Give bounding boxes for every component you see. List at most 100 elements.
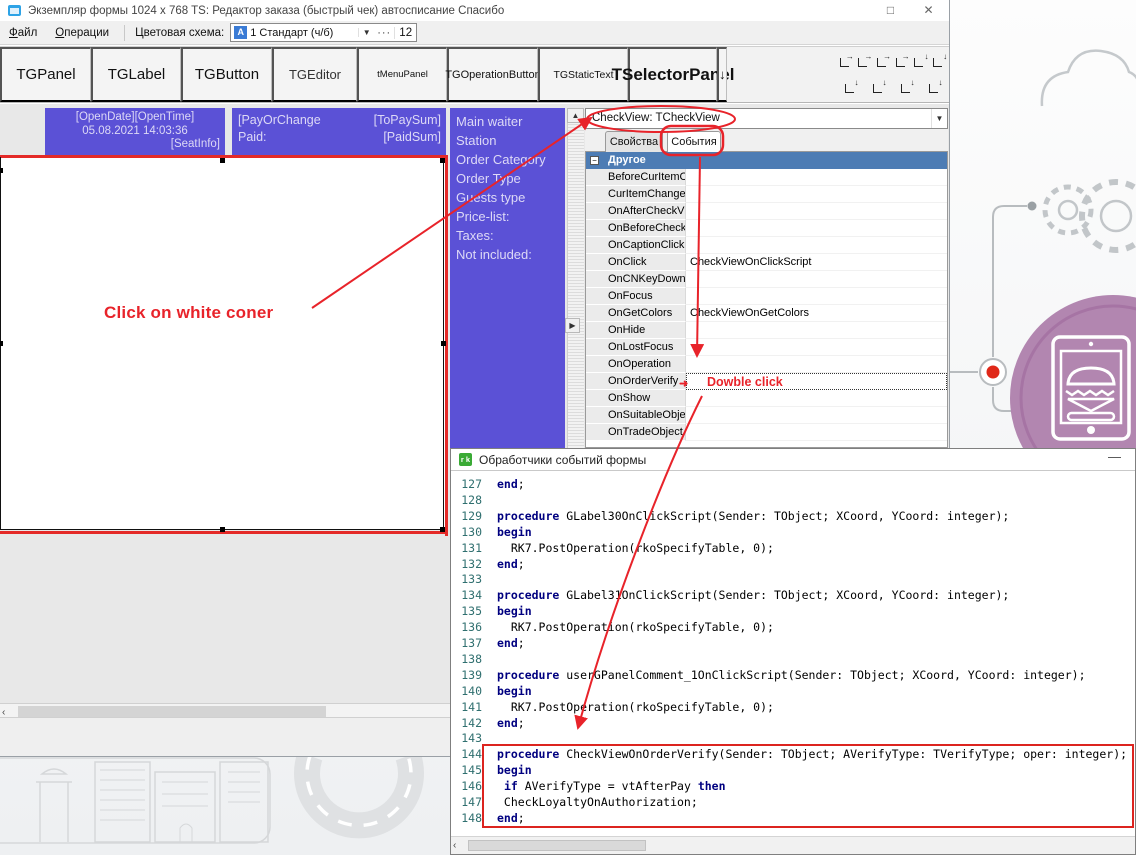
collapse-icon[interactable]: −	[590, 156, 599, 165]
tab-properties[interactable]: Свойства	[605, 131, 663, 152]
event-name[interactable]: CurItemChanged	[586, 186, 686, 203]
align-icon[interactable]	[893, 54, 910, 69]
object-selector-combo[interactable]: CheckView: TCheckView ▼	[585, 108, 948, 129]
menu-file[interactable]: Файл	[0, 24, 46, 42]
selection-handle[interactable]	[440, 158, 445, 163]
event-value[interactable]	[686, 271, 947, 288]
component-button[interactable]: ↓	[717, 47, 727, 102]
code-line[interactable]: 136 RK7.PostOperation(rkoSpecifyTable, 0…	[451, 620, 1135, 636]
event-row[interactable]: OnTradeObject	[586, 424, 947, 441]
code-line[interactable]: 143	[451, 731, 1135, 747]
event-row[interactable]: OnShow	[586, 390, 947, 407]
code-line[interactable]: 131 RK7.PostOperation(rkoSpecifyTable, 0…	[451, 541, 1135, 557]
event-name[interactable]: OnLostFocus	[586, 339, 686, 356]
event-row[interactable]: CurItemChanged	[586, 186, 947, 203]
event-row[interactable]: OnFocus	[586, 288, 947, 305]
code-line[interactable]: 139procedure userGPanelComment_1OnClickS…	[451, 668, 1135, 684]
component-button[interactable]: TGButton	[181, 47, 272, 102]
code-line[interactable]: 127end;	[451, 477, 1135, 493]
code-line[interactable]: 134procedure GLabel31OnClickScript(Sende…	[451, 588, 1135, 604]
event-value[interactable]	[686, 237, 947, 254]
code-editor[interactable]: 127end;128129procedure GLabel30OnClickSc…	[451, 472, 1135, 836]
event-name[interactable]: OnSuitableObjec	[586, 407, 686, 424]
code-window-titlebar[interactable]: r k Обработчики событий формы —	[451, 449, 1135, 471]
check-view-canvas[interactable]	[0, 157, 446, 530]
event-row[interactable]: OnLostFocus	[586, 339, 947, 356]
code-line[interactable]: 148end;	[451, 811, 1135, 827]
align-icon[interactable]	[926, 80, 943, 95]
event-value[interactable]: CheckViewOnGetColors	[686, 305, 947, 322]
event-row[interactable]: OnBeforeCheck\	[586, 220, 947, 237]
align-icon[interactable]	[874, 54, 891, 69]
event-name[interactable]: OnCNKeyDown	[586, 271, 686, 288]
code-line[interactable]: 135begin	[451, 604, 1135, 620]
code-line[interactable]: 130begin	[451, 525, 1135, 541]
designer-scroll-strip[interactable]	[567, 108, 584, 448]
code-line[interactable]: 144procedure CheckViewOnOrderVerify(Send…	[451, 747, 1135, 763]
font-size-value[interactable]: 12	[394, 27, 416, 39]
event-row[interactable]: OnOrderVerify➜Dowble click	[586, 373, 947, 390]
align-icon[interactable]	[898, 80, 915, 95]
event-value[interactable]	[686, 322, 947, 339]
event-name[interactable]: OnAfterCheckVie	[586, 203, 686, 220]
event-value[interactable]: CheckViewOnClickScript	[686, 254, 947, 271]
selection-handle[interactable]	[0, 168, 3, 173]
event-row[interactable]: OnHide	[586, 322, 947, 339]
code-line[interactable]: 128	[451, 493, 1135, 509]
component-button[interactable]: TSelectorPanel	[628, 47, 717, 102]
code-line[interactable]: 142end;	[451, 716, 1135, 732]
event-value[interactable]	[686, 186, 947, 203]
title-bar[interactable]: Экземпляр формы 1024 x 768 TS: Редактор …	[0, 0, 949, 21]
selection-handle[interactable]	[440, 527, 445, 532]
code-line[interactable]: 146 if AVerifyType = vtAfterPay then	[451, 779, 1135, 795]
close-button[interactable]: ✕	[920, 2, 937, 18]
scroll-right-button[interactable]: ▶	[565, 318, 580, 333]
ellipsis-button[interactable]: ···	[374, 27, 394, 39]
event-value[interactable]: ➜Dowble click	[686, 373, 947, 390]
event-row[interactable]: OnCNKeyDown	[586, 271, 947, 288]
align-icon[interactable]	[855, 54, 872, 69]
event-value[interactable]	[686, 424, 947, 441]
event-value[interactable]	[686, 390, 947, 407]
event-value[interactable]	[686, 203, 947, 220]
event-name[interactable]: OnOperation	[586, 356, 686, 373]
hscroll-thumb[interactable]	[18, 706, 326, 717]
pay-header-block[interactable]: [PayOrChange [ToPaySum] Paid: [PaidSum]	[232, 108, 446, 155]
code-line[interactable]: 147 CheckLoyaltyOnAuthorization;	[451, 795, 1135, 811]
order-header-block[interactable]: [OpenDate][OpenTime] 05.08.2021 14:03:36…	[45, 108, 225, 155]
event-row[interactable]: OnGetColorsCheckViewOnGetColors	[586, 305, 947, 322]
event-name[interactable]: OnShow	[586, 390, 686, 407]
tab-events[interactable]: События	[667, 131, 721, 153]
align-icon[interactable]	[837, 54, 854, 69]
event-value[interactable]	[686, 356, 947, 373]
chevron-down-icon[interactable]: ▼	[358, 28, 374, 37]
component-button[interactable]: TGOperationButton	[447, 47, 538, 102]
event-row[interactable]: OnCaptionClick	[586, 237, 947, 254]
event-name[interactable]: OnGetColors	[586, 305, 686, 322]
event-name[interactable]: OnHide	[586, 322, 686, 339]
event-name[interactable]: OnBeforeCheck\	[586, 220, 686, 237]
minimize-button[interactable]: —	[1108, 449, 1121, 464]
event-row[interactable]: OnClickCheckViewOnClickScript	[586, 254, 947, 271]
scroll-up-button[interactable]: ▲	[567, 108, 584, 123]
event-name[interactable]: OnTradeObject	[586, 424, 686, 441]
color-scheme-combo[interactable]: А 1 Стандарт (ч/б) ▼ ··· 12	[230, 23, 417, 42]
align-icon[interactable]	[911, 54, 928, 69]
align-icon[interactable]	[870, 80, 887, 95]
event-value[interactable]	[686, 169, 947, 186]
event-name[interactable]: OnOrderVerify	[586, 373, 686, 390]
code-line[interactable]: 138	[451, 652, 1135, 668]
event-name[interactable]: OnCaptionClick	[586, 237, 686, 254]
code-line[interactable]: 132end;	[451, 557, 1135, 573]
code-line[interactable]: 141 RK7.PostOperation(rkoSpecifyTable, 0…	[451, 700, 1135, 716]
event-name[interactable]: OnFocus	[586, 288, 686, 305]
component-button[interactable]: tMenuPanel	[357, 47, 447, 102]
selection-handle[interactable]	[220, 158, 225, 163]
code-line[interactable]: 140begin	[451, 684, 1135, 700]
code-line[interactable]: 129procedure GLabel30OnClickScript(Sende…	[451, 509, 1135, 525]
maximize-button[interactable]: □	[882, 2, 899, 18]
code-line[interactable]: 133	[451, 572, 1135, 588]
chevron-down-icon[interactable]: ▼	[931, 109, 947, 128]
event-value[interactable]	[686, 407, 947, 424]
align-icon[interactable]	[930, 54, 947, 69]
